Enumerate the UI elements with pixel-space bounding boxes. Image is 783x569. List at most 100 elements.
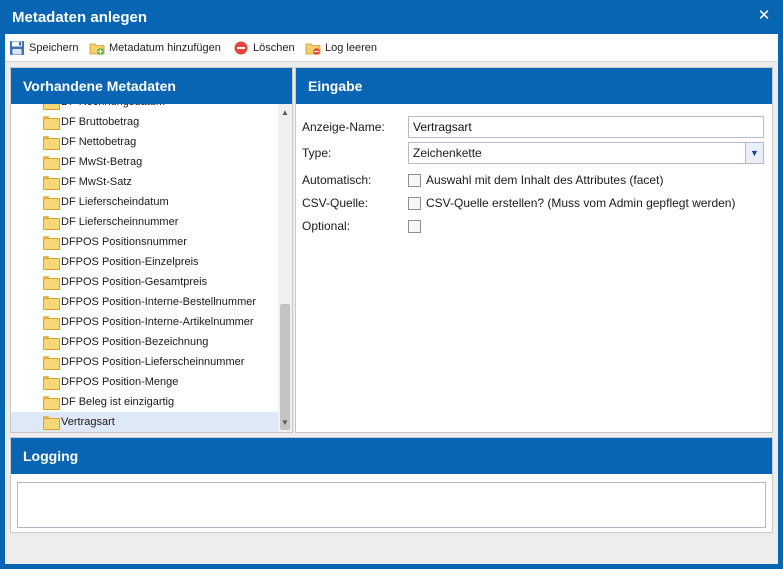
tree-item[interactable]: DF MwSt-Betrag — [11, 152, 278, 172]
tree-item[interactable]: DF Bruttobetrag — [11, 112, 278, 132]
tree-item[interactable]: DFPOS Position-Einzelpreis — [11, 252, 278, 272]
tree-item[interactable]: DFPOS Positionsnummer — [11, 232, 278, 252]
optional-checkbox[interactable] — [408, 219, 421, 233]
tree-item-label: DFPOS Position-Einzelpreis — [61, 256, 199, 268]
close-icon[interactable]: ✕ — [755, 7, 773, 25]
folder-icon — [43, 176, 60, 190]
folder-icon — [43, 116, 60, 130]
tree-item-label: DFPOS Position-Interne-Bestellnummer — [61, 296, 257, 308]
scroll-down-icon[interactable]: ▼ — [278, 416, 292, 430]
delete-button[interactable]: Löschen — [233, 39, 295, 57]
folder-icon — [43, 196, 60, 210]
tree-item-label: DF Beleg ist einzigartig — [61, 396, 175, 408]
tree-item-label: DF Rechnungsdatum — [61, 104, 165, 108]
folder-icon — [43, 316, 60, 330]
tree-item-label: DFPOS Positionsnummer — [61, 236, 187, 248]
tree-item[interactable]: DF MwSt-Satz — [11, 172, 278, 192]
toolbar: Speichern Metadatum hinzufügen Löschen L… — [5, 34, 778, 62]
tree-item[interactable]: DFPOS Position-Bezeichnung — [11, 332, 278, 352]
tree-item-label: DF Lieferscheindatum — [61, 196, 169, 208]
folder-icon — [43, 104, 60, 110]
tree-item[interactable]: DF Lieferscheindatum — [11, 192, 278, 212]
tree-item[interactable]: DF Beleg ist einzigartig — [11, 392, 278, 412]
window-title: Metadaten anlegen — [12, 9, 148, 26]
logging-output[interactable] — [17, 482, 766, 528]
tree-item-label: DFPOS Position-Interne-Artikelnummer — [61, 316, 254, 328]
tree-item-label: DF Nettobetrag — [61, 136, 137, 148]
type-value: Zeichenkette — [413, 146, 482, 160]
clear-log-button[interactable]: Log leeren — [305, 39, 377, 57]
clear-log-label: Log leeren — [325, 42, 377, 54]
log-clear-icon — [305, 40, 321, 56]
folder-icon — [43, 416, 60, 430]
tree-item[interactable]: DFPOS Position-Interne-Bestellnummer — [11, 292, 278, 312]
tree-item-label: DFPOS Position-Menge — [61, 376, 179, 388]
floppy-disk-icon — [9, 40, 25, 56]
logging-header: Logging — [11, 438, 772, 474]
tree-item-label: DFPOS Position-Lieferscheinnummer — [61, 356, 245, 368]
type-row: Type: Zeichenkette ▼ — [302, 142, 764, 164]
folder-icon — [43, 356, 60, 370]
csv-quelle-label: CSV-Quelle: — [302, 196, 369, 210]
delete-button-label: Löschen — [253, 42, 295, 54]
scroll-up-icon[interactable]: ▲ — [278, 106, 292, 120]
tree-item-label: DF MwSt-Satz — [61, 176, 132, 188]
csv-quelle-checkbox-label[interactable]: CSV-Quelle erstellen? (Muss vom Admin ge… — [426, 196, 735, 210]
tree-item[interactable]: DF Lieferscheinnummer — [11, 212, 278, 232]
logging-panel: Logging — [10, 437, 773, 533]
window-content: Speichern Metadatum hinzufügen Löschen L… — [5, 34, 778, 564]
folder-icon — [43, 156, 60, 170]
tree-item-label: DF Bruttobetrag — [61, 116, 140, 128]
save-button[interactable]: Speichern — [9, 39, 79, 57]
automatisch-label: Automatisch: — [302, 173, 372, 187]
tree-item-label: Vertragsart — [61, 416, 115, 428]
vorhandene-metadaten-panel: Vorhandene Metadaten DF RechnungsdatumDF… — [10, 67, 293, 433]
eingabe-panel: Eingabe Anzeige-Name: Type: Zeichenkette… — [295, 67, 773, 433]
scroll-thumb[interactable] — [280, 304, 290, 430]
window-titlebar[interactable]: Metadaten anlegen ✕ — [0, 0, 783, 34]
save-button-label: Speichern — [29, 42, 79, 54]
optional-label: Optional: — [302, 219, 351, 233]
type-combobox[interactable]: Zeichenkette ▼ — [408, 142, 764, 164]
tree-item[interactable]: DFPOS Position-Lieferscheinnummer — [11, 352, 278, 372]
folder-icon — [43, 236, 60, 250]
add-metadatum-button[interactable]: Metadatum hinzufügen — [89, 39, 221, 57]
csv-quelle-row: CSV-Quelle: CSV-Quelle erstellen? (Muss … — [302, 196, 764, 210]
folder-icon — [43, 256, 60, 270]
status-bar — [5, 544, 778, 564]
automatisch-row: Automatisch: Auswahl mit dem Inhalt des … — [302, 173, 764, 187]
type-label: Type: — [302, 146, 332, 160]
automatisch-checkbox-label[interactable]: Auswahl mit dem Inhalt des Attributes (f… — [426, 173, 663, 187]
tree-item-label: DF MwSt-Betrag — [61, 156, 143, 168]
anzeige-name-input[interactable] — [408, 116, 764, 138]
anzeige-name-row: Anzeige-Name: — [302, 116, 764, 138]
folder-icon — [43, 376, 60, 390]
tree-item[interactable]: Vertragsart — [11, 412, 278, 432]
csv-quelle-checkbox[interactable] — [408, 196, 421, 210]
folder-icon — [43, 136, 60, 150]
optional-row: Optional: — [302, 219, 764, 233]
tree-scrollbar[interactable]: ▲ ▼ — [278, 104, 292, 432]
folder-add-icon — [89, 40, 105, 56]
eingabe-header: Eingabe — [296, 68, 772, 104]
tree-item[interactable]: DFPOS Position-Gesamtpreis — [11, 272, 278, 292]
folder-icon — [43, 216, 60, 230]
folder-icon — [43, 336, 60, 350]
metadaten-window: Metadaten anlegen ✕ Speichern Metadatum … — [0, 0, 783, 569]
folder-icon — [43, 296, 60, 310]
anzeige-name-label: Anzeige-Name: — [302, 120, 385, 134]
add-metadatum-label: Metadatum hinzufügen — [109, 42, 221, 54]
tree-item[interactable]: DFPOS Position-Menge — [11, 372, 278, 392]
automatisch-checkbox[interactable] — [408, 173, 421, 187]
metadaten-tree: DF Rechnungsdatum DF Bruttobetrag DF Netto… — [11, 104, 278, 432]
delete-icon — [233, 40, 249, 56]
tree-item[interactable]: DF Rechnungsdatum — [11, 104, 278, 112]
tree-item[interactable]: DF Nettobetrag — [11, 132, 278, 152]
tree-item-label: DF Lieferscheinnummer — [61, 216, 179, 228]
vorhandene-metadaten-header: Vorhandene Metadaten — [11, 68, 292, 104]
tree-item-label: DFPOS Position-Gesamtpreis — [61, 276, 208, 288]
tree-item-label: DFPOS Position-Bezeichnung — [61, 336, 209, 348]
chevron-down-icon[interactable]: ▼ — [745, 143, 763, 163]
folder-icon — [43, 276, 60, 290]
tree-item[interactable]: DFPOS Position-Interne-Artikelnummer — [11, 312, 278, 332]
